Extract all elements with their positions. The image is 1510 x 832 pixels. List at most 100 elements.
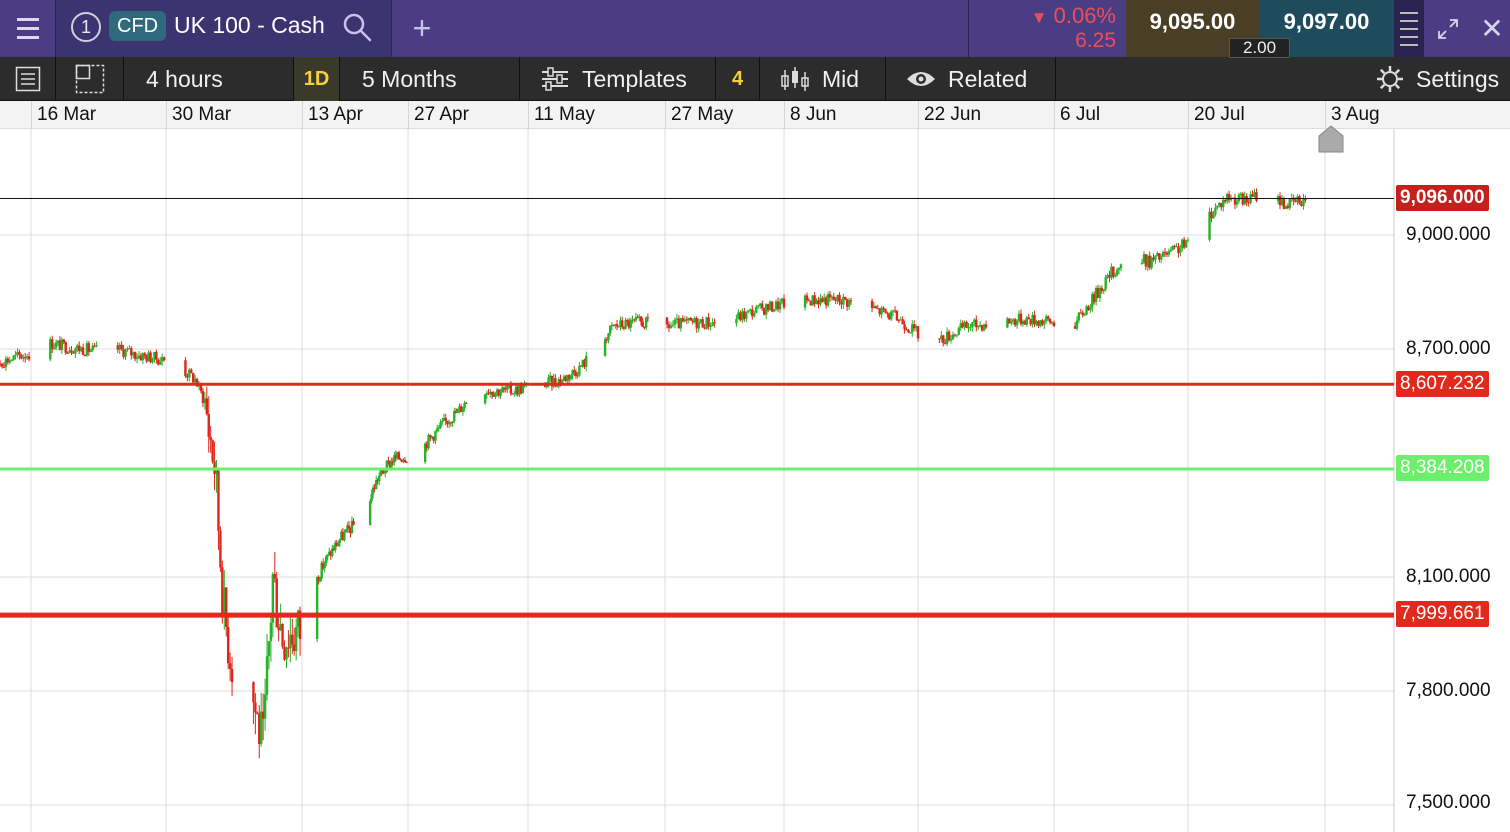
- level-tag-support[interactable]: 8,384.208: [1396, 455, 1489, 481]
- candle-body: [646, 317, 650, 319]
- candle-body: [901, 319, 904, 325]
- candle-body: [673, 319, 677, 325]
- candle-body: [886, 312, 889, 314]
- time-axis[interactable]: 16 Mar 30 Mar 13 Apr 27 Apr 11 May 27 Ma…: [0, 101, 1510, 129]
- candle-body: [441, 420, 444, 423]
- buy-price: 9,097.00: [1283, 8, 1370, 34]
- candle-body: [1184, 240, 1188, 248]
- candle-body: [573, 370, 576, 373]
- candle-body: [585, 355, 588, 367]
- daily-change: ▼ 0.06% 6.25: [968, 0, 1126, 57]
- candle-body: [1015, 320, 1019, 326]
- candle-body: [1216, 205, 1219, 208]
- change-percent: ▼ 0.06%: [1031, 3, 1116, 29]
- candle-body: [1154, 255, 1157, 260]
- candle-body: [1104, 277, 1107, 290]
- candle-body: [405, 461, 408, 463]
- candle-body: [435, 428, 439, 432]
- candle-body: [219, 530, 222, 568]
- candle-body: [211, 440, 214, 462]
- candle-body: [225, 587, 228, 628]
- candle-body: [521, 386, 525, 394]
- time-axis-label: 30 Mar: [172, 104, 232, 125]
- candle-body: [1114, 275, 1117, 277]
- time-axis-label: 16 Mar: [37, 104, 97, 125]
- sliders-icon: [542, 67, 568, 91]
- candle-body: [124, 349, 127, 357]
- candle-body: [269, 622, 273, 642]
- templates-label: Templates: [582, 65, 687, 92]
- price-type-select[interactable]: Mid: [760, 57, 886, 101]
- templates-button[interactable]: Templates: [520, 57, 716, 101]
- level-tag-resistance[interactable]: 8,607.232: [1396, 371, 1489, 397]
- candle-body: [890, 311, 893, 320]
- candle-body: [285, 647, 288, 660]
- hamburger-menu-button[interactable]: [0, 0, 56, 57]
- instrument-name: UK 100 - Cash: [174, 12, 325, 38]
- search-icon[interactable]: [342, 12, 372, 42]
- candle-body: [506, 385, 509, 390]
- close-icon: ✕: [1480, 13, 1504, 44]
- range-select[interactable]: 5 Months: [340, 57, 520, 101]
- candle-body: [18, 351, 21, 356]
- candle-body: [499, 392, 502, 396]
- level-tag-stop[interactable]: 7,999.661: [1396, 601, 1489, 627]
- interval-select[interactable]: 4 hours: [124, 57, 294, 101]
- instrument-header: 1 CFD UK 100 - Cash + ▼ 0.06% 6.25 9,095…: [0, 0, 1510, 58]
- watchlist-button[interactable]: [0, 57, 56, 101]
- candle-body: [89, 350, 92, 352]
- settings-button[interactable]: Settings: [1360, 57, 1510, 101]
- candlestick-chart[interactable]: [0, 129, 1510, 832]
- price-chart[interactable]: 9,000.000 8,700.000 8,100.000 7,800.000 …: [0, 125, 1510, 832]
- indicator-count-button[interactable]: 4: [716, 57, 760, 101]
- candle-body: [337, 542, 340, 547]
- candle-body: [343, 532, 346, 540]
- close-button[interactable]: ✕: [1474, 0, 1510, 57]
- candle-body: [490, 391, 494, 395]
- expand-button[interactable]: [1430, 0, 1466, 57]
- candle-body: [735, 318, 738, 324]
- candle-body: [439, 422, 442, 428]
- candle-body: [51, 339, 54, 350]
- candle-body: [1288, 198, 1291, 208]
- candle-body: [14, 354, 17, 356]
- candle-body: [1214, 207, 1217, 215]
- layout-button[interactable]: [56, 57, 124, 101]
- candle-body: [569, 375, 573, 380]
- candle-body: [207, 413, 210, 437]
- candle-body: [1245, 196, 1248, 203]
- interval-1d-button[interactable]: 1D: [294, 57, 340, 101]
- candle-body: [607, 333, 610, 341]
- candle-body: [639, 316, 643, 322]
- candle-body: [281, 624, 284, 647]
- spread-value: 2.00: [1229, 38, 1290, 58]
- drag-handle[interactable]: [1394, 0, 1424, 57]
- candle-body: [984, 324, 988, 328]
- candle-body: [844, 296, 847, 300]
- candle-body: [267, 641, 271, 657]
- candle-body: [907, 329, 910, 333]
- candle-body: [368, 501, 372, 526]
- candle-body: [437, 427, 441, 429]
- candle-body: [1010, 321, 1013, 324]
- candle-body: [760, 303, 764, 309]
- candle-body: [12, 355, 15, 360]
- add-tab-button[interactable]: +: [392, 0, 452, 57]
- candle-body: [403, 460, 407, 462]
- candle-body: [384, 471, 387, 474]
- candle-body: [375, 480, 378, 489]
- instrument-tab[interactable]: 1 CFD UK 100 - Cash: [56, 0, 392, 57]
- candle-body: [62, 339, 65, 343]
- hamburger-icon: [16, 15, 39, 42]
- candle-body: [184, 360, 187, 376]
- tab-number-badge: 1: [71, 12, 101, 42]
- sell-price: 9,095.00: [1149, 8, 1236, 34]
- candle-body: [444, 417, 447, 421]
- candle-body: [226, 627, 230, 664]
- related-button[interactable]: Related: [886, 57, 1056, 101]
- candle-body: [135, 357, 139, 360]
- candle-body: [509, 384, 513, 394]
- candle-body: [882, 307, 885, 309]
- house-icon[interactable]: [1317, 124, 1345, 154]
- candle-body: [1119, 264, 1123, 268]
